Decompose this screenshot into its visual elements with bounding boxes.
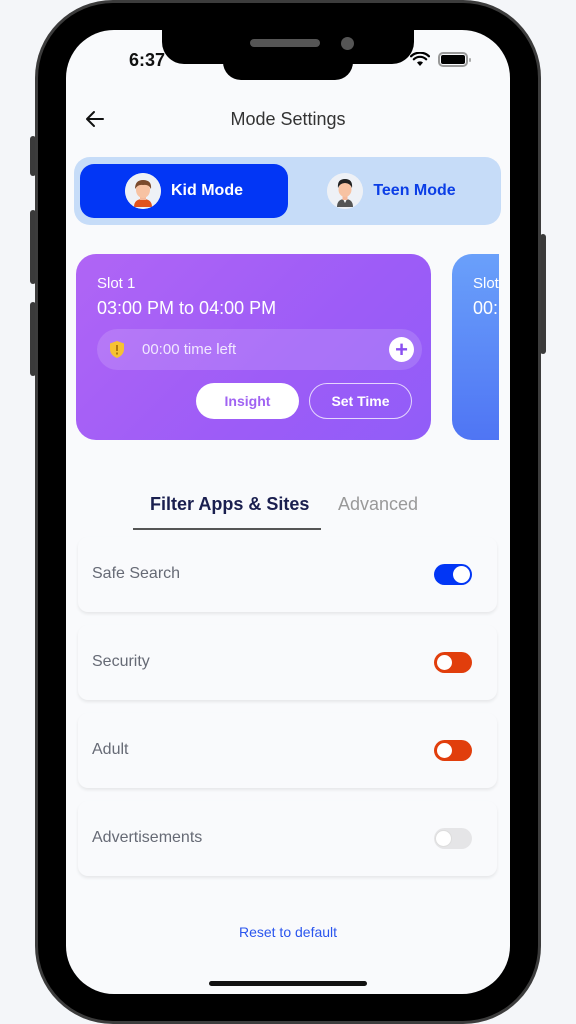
- setting-row-advertisements: Advertisements: [78, 801, 497, 876]
- time-left-bar: 00:00 time left +: [97, 329, 422, 370]
- add-time-button[interactable]: +: [389, 337, 414, 362]
- setting-row-safe-search: Safe Search: [78, 537, 497, 612]
- teen-mode-button[interactable]: Teen Mode: [288, 164, 495, 218]
- speaker: [250, 39, 320, 47]
- slot-card[interactable]: Slot 1 03:00 PM to 04:00 PM 00:00 time l…: [76, 254, 431, 440]
- tab-advanced[interactable]: Advanced: [338, 494, 418, 515]
- setting-label: Advertisements: [92, 829, 203, 846]
- insight-button[interactable]: Insight: [196, 383, 299, 419]
- teen-avatar-icon: [327, 173, 364, 209]
- safe-search-toggle[interactable]: [434, 564, 472, 585]
- tab-bar: Filter Apps & Sites Advanced: [133, 490, 433, 530]
- kid-avatar-icon: [125, 173, 161, 209]
- adult-toggle[interactable]: [434, 740, 472, 761]
- notch-lower: [223, 50, 353, 80]
- advertisements-toggle[interactable]: [434, 828, 472, 849]
- security-toggle[interactable]: [434, 652, 472, 673]
- battery-icon: [438, 52, 471, 67]
- set-time-button[interactable]: Set Time: [309, 383, 412, 419]
- tab-indicator: [133, 528, 321, 530]
- slot-label: Slot: [473, 275, 499, 292]
- setting-label: Adult: [92, 741, 129, 758]
- front-camera: [341, 37, 354, 50]
- slot-card-next[interactable]: Slot 00:: [452, 254, 499, 440]
- status-time: 6:37: [129, 50, 166, 70]
- slot-time-range: 03:00 PM to 04:00 PM: [97, 298, 277, 318]
- slot-time-range: 00:: [473, 298, 499, 318]
- shield-warning-icon: [110, 341, 124, 358]
- setting-label: Safe Search: [92, 565, 181, 582]
- teen-mode-label: Teen Mode: [373, 182, 456, 199]
- mode-switch: Kid Mode Teen Mode: [74, 157, 501, 225]
- setting-row-adult: Adult: [78, 713, 497, 788]
- kid-mode-label: Kid Mode: [171, 182, 243, 199]
- tab-filter-apps-sites[interactable]: Filter Apps & Sites: [150, 494, 309, 515]
- home-indicator[interactable]: [209, 981, 367, 986]
- kid-mode-button[interactable]: Kid Mode: [80, 164, 288, 218]
- setting-label: Security: [92, 653, 150, 670]
- reset-to-default-link[interactable]: Reset to default: [0, 924, 576, 940]
- page-title: Mode Settings: [230, 109, 346, 129]
- setting-row-security: Security: [78, 625, 497, 700]
- plus-icon: +: [395, 337, 408, 362]
- wifi-icon: [410, 52, 430, 66]
- time-left-text: 00:00 time left: [142, 341, 237, 358]
- slot-label: Slot 1: [97, 275, 136, 292]
- status-icons: [410, 52, 471, 67]
